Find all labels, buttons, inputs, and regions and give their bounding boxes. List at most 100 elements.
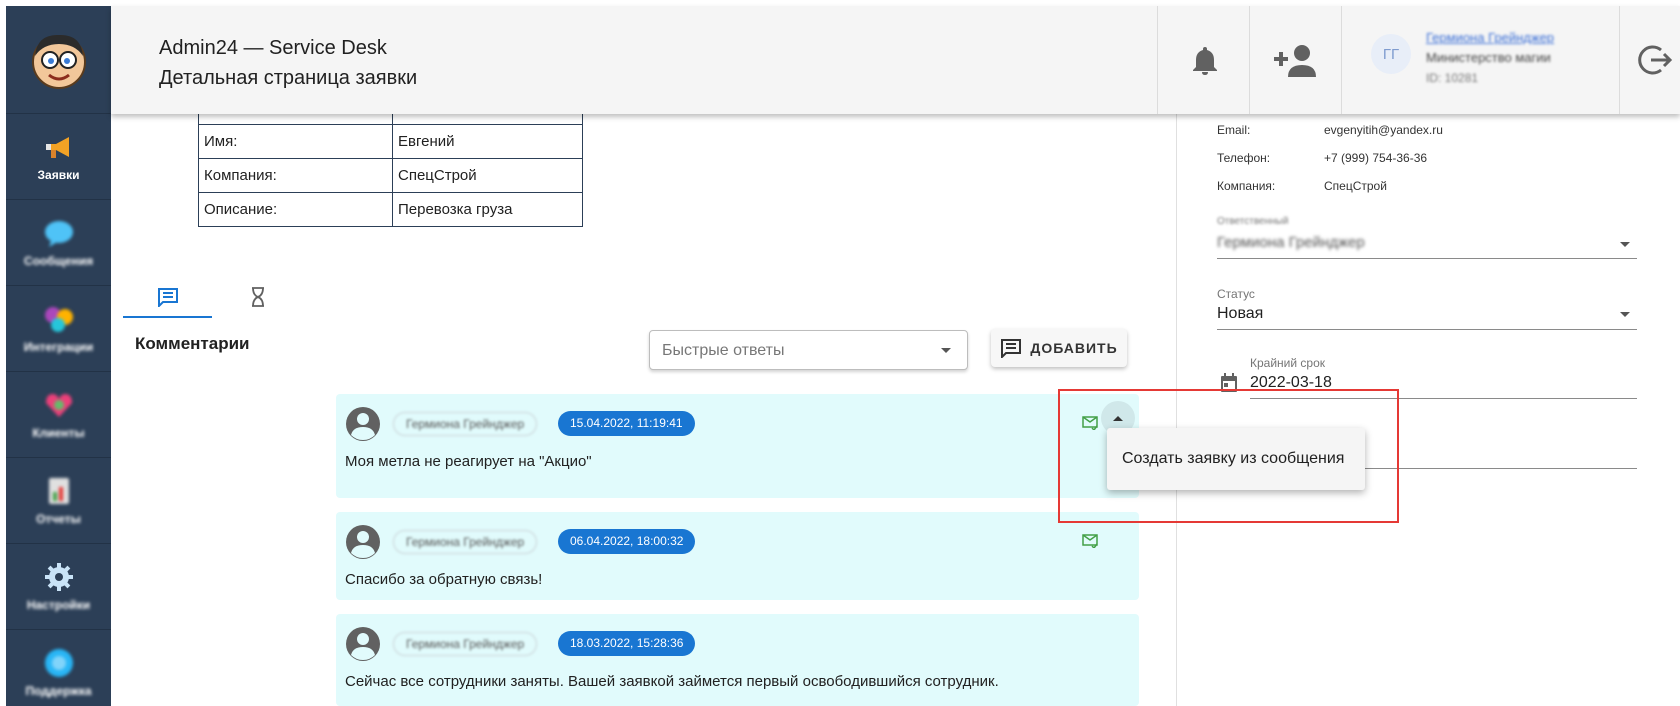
chevron-down-icon	[1620, 312, 1630, 317]
integrations-icon	[42, 304, 76, 334]
comments-title: Комментарии	[135, 334, 250, 353]
assignee-label: Ответственный	[1217, 216, 1289, 227]
service-desk-page: Заявки Сообщения Интеграции Клиенты Отче	[0, 0, 1680, 706]
table-value: СпецСтрой	[392, 158, 583, 193]
comment-date-badge: 18.03.2022, 15:28:36	[558, 631, 696, 656]
clients-icon	[42, 390, 76, 420]
sidebar-item-clients[interactable]: Клиенты	[6, 372, 111, 458]
comment-author: Гермиона Грейнджер	[393, 632, 538, 656]
comment-text: Сейчас все сотрудники заняты. Вашей заяв…	[345, 673, 999, 690]
page-subtitle: Детальная страница заявки	[159, 67, 418, 89]
tab-history[interactable]	[213, 276, 303, 318]
assignee-value: Гермиона Грейнджер	[1217, 234, 1365, 251]
sidebar: Заявки Сообщения Интеграции Клиенты Отче	[6, 6, 111, 706]
client-company-row: Компания: СпецСтрой	[1217, 179, 1387, 193]
client-company: СпецСтрой	[1324, 179, 1387, 193]
comment-author: Гермиона Грейнджер	[393, 412, 538, 436]
account-circle-icon	[346, 525, 380, 559]
bell-icon	[1193, 47, 1217, 75]
sidebar-item-messages[interactable]: Сообщения	[6, 200, 111, 286]
notifications-button[interactable]	[1181, 36, 1229, 84]
report-icon	[42, 476, 76, 506]
comment-text: Спасибо за обратную связь!	[345, 571, 543, 588]
field-underline	[1217, 329, 1637, 330]
chevron-down-icon	[1620, 242, 1630, 247]
comment-date-badge: 15.04.2022, 11:19:41	[558, 411, 695, 436]
sidebar-item-tickets[interactable]: Заявки	[6, 114, 111, 200]
app-logo[interactable]	[6, 6, 111, 114]
tab-comments[interactable]	[123, 276, 213, 318]
support-icon	[42, 648, 76, 678]
sidebar-item-label: Интеграции	[23, 339, 94, 354]
account-circle-icon	[346, 627, 380, 661]
table-key: Описание:	[198, 192, 393, 227]
client-phone: +7 (999) 754-36-36	[1324, 151, 1428, 165]
header-divider	[1619, 6, 1620, 114]
client-email: evgenyitih@yandex.ru	[1324, 123, 1443, 137]
person-add-icon	[1274, 45, 1316, 77]
header-title-block: Admin24 — Service Desk Детальная страниц…	[159, 33, 417, 93]
comment-icon	[1001, 339, 1022, 358]
client-phone-row: Телефон: +7 (999) 754-36-36	[1217, 151, 1427, 165]
deadline-label: Крайний срок	[1250, 356, 1326, 370]
phone-label: Телефон:	[1217, 151, 1271, 165]
comment-card: Гермиона Грейнджер 18.03.2022, 15:28:36 …	[336, 614, 1139, 706]
table-value: Евгений	[392, 124, 583, 159]
logout-button[interactable]	[1631, 36, 1679, 84]
user-avatar[interactable]: ГГ	[1371, 34, 1411, 74]
sidebar-item-label: Поддержка	[25, 683, 92, 698]
comment-card: Гермиона Грейнджер 15.04.2022, 11:19:41 …	[336, 394, 1139, 498]
sidebar-item-reports[interactable]: Отчеты	[6, 458, 111, 544]
sidebar-item-label: Настройки	[26, 597, 91, 612]
hourglass-icon	[252, 287, 264, 307]
logout-icon	[1638, 45, 1673, 75]
table-value: Перевозка груза	[392, 192, 583, 227]
status-value: Новая	[1217, 305, 1264, 322]
field-underline	[1217, 258, 1637, 259]
sidebar-item-label: Заявки	[37, 167, 80, 182]
user-organization: Министерство магии	[1426, 50, 1551, 65]
app-title: Admin24 — Service Desk	[159, 37, 387, 59]
sidebar-item-label: Отчеты	[36, 511, 81, 526]
sidebar-item-label: Клиенты	[32, 425, 85, 440]
company-label: Компания:	[1217, 179, 1276, 193]
sidebar-item-settings[interactable]: Настройки	[6, 544, 111, 630]
chevron-down-icon	[941, 348, 951, 353]
email-label: Email:	[1217, 123, 1251, 137]
user-id: ID: 10281	[1426, 71, 1479, 85]
add-button-label: ДОБАВИТЬ	[1030, 340, 1118, 356]
table-row: Компания: СпецСтрой	[198, 158, 583, 193]
table-row: Имя: Евгений	[198, 124, 583, 159]
header-divider	[1157, 6, 1158, 114]
quick-replies-select[interactable]: Быстрые ответы	[649, 330, 968, 370]
client-email-row: Email: evgenyitih@yandex.ru	[1217, 123, 1443, 137]
user-info: Гермиона Грейнджер Министерство магии ID…	[1426, 28, 1554, 88]
megaphone-icon	[42, 132, 76, 162]
sidebar-item-support[interactable]: Поддержка	[6, 630, 111, 706]
cartoon-face-logo-icon	[31, 34, 86, 89]
annotation-highlight-box	[1058, 389, 1399, 523]
status-label: Статус	[1217, 287, 1255, 301]
quick-replies-placeholder: Быстрые ответы	[662, 342, 785, 359]
table-key: Компания:	[198, 158, 393, 193]
sidebar-item-label: Сообщения	[23, 253, 94, 268]
gear-icon	[42, 562, 76, 592]
account-circle-icon	[346, 407, 380, 441]
add-comment-button[interactable]: ДОБАВИТЬ	[991, 329, 1127, 367]
header-divider	[1249, 6, 1250, 114]
comment-text: Моя метла не реагирует на "Акцио"	[345, 453, 592, 470]
top-header: Admin24 — Service Desk Детальная страниц…	[111, 6, 1680, 114]
comment-card: Гермиона Грейнджер 06.04.2022, 18:00:32 …	[336, 512, 1139, 600]
add-user-button[interactable]	[1271, 36, 1319, 84]
comment-date-badge: 06.04.2022, 18:00:32	[558, 529, 696, 554]
user-name-link[interactable]: Гермиона Грейнджер	[1426, 28, 1554, 48]
table-key: Имя:	[198, 124, 393, 159]
mail-sent-icon	[1082, 534, 1098, 548]
table-row: Описание: Перевозка груза	[198, 192, 583, 227]
comment-author: Гермиона Грейнджер	[393, 530, 538, 554]
comment-icon	[158, 288, 178, 307]
active-tab-indicator	[123, 316, 212, 318]
sidebar-item-integrations[interactable]: Интеграции	[6, 286, 111, 372]
chat-bubble-icon	[42, 218, 76, 248]
header-divider	[1341, 6, 1342, 114]
